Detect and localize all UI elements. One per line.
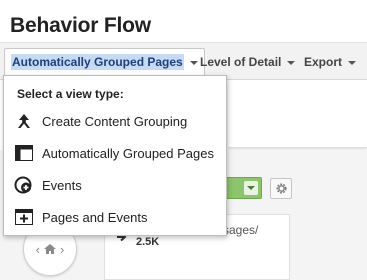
pages-and-events-icon: [14, 207, 34, 227]
export-label: Export: [304, 54, 343, 69]
grouped-pages-icon: [14, 143, 34, 163]
chevron-down-icon: [287, 60, 296, 65]
chevron-down-icon: [244, 181, 258, 195]
settings-gear-button[interactable]: [270, 178, 292, 199]
chevron-down-icon: [348, 60, 357, 65]
menu-item-pages-and-events[interactable]: Pages and Events: [4, 203, 226, 231]
chevron-right-icon[interactable]: ›: [60, 242, 64, 257]
gear-icon: [275, 183, 287, 194]
menu-item-events[interactable]: Events: [4, 171, 226, 199]
home-icon: [44, 244, 56, 254]
menu-item-label: Pages and Events: [42, 209, 148, 225]
view-type-menu: Select a view type: Create Content Group…: [3, 75, 227, 236]
menu-item-label: Automatically Grouped Pages: [42, 145, 214, 161]
menu-item-label: Events: [42, 177, 82, 193]
chevron-left-icon[interactable]: ‹: [36, 242, 40, 257]
events-icon: [14, 175, 34, 195]
node-select-dropdown[interactable]: [226, 177, 262, 199]
settings-panel: [228, 80, 367, 148]
flow-node-count: 2.5K: [136, 236, 160, 248]
view-type-menu-heading: Select a view type:: [17, 87, 124, 101]
menu-item-create-content-grouping[interactable]: Create Content Grouping: [4, 107, 226, 135]
level-of-detail-label: Level of Detail: [200, 54, 282, 69]
branch-arrow-icon: [14, 111, 34, 131]
chevron-down-icon: [189, 61, 198, 65]
export-button[interactable]: Export: [304, 43, 357, 80]
menu-item-label: Create Content Grouping: [42, 113, 188, 129]
page-title: Behavior Flow: [10, 14, 151, 37]
view-type-dropdown-button[interactable]: Automatically Grouped Pages: [4, 48, 205, 75]
menu-item-automatically-grouped-pages[interactable]: Automatically Grouped Pages: [4, 139, 226, 167]
view-type-label: Automatically Grouped Pages: [11, 54, 184, 70]
